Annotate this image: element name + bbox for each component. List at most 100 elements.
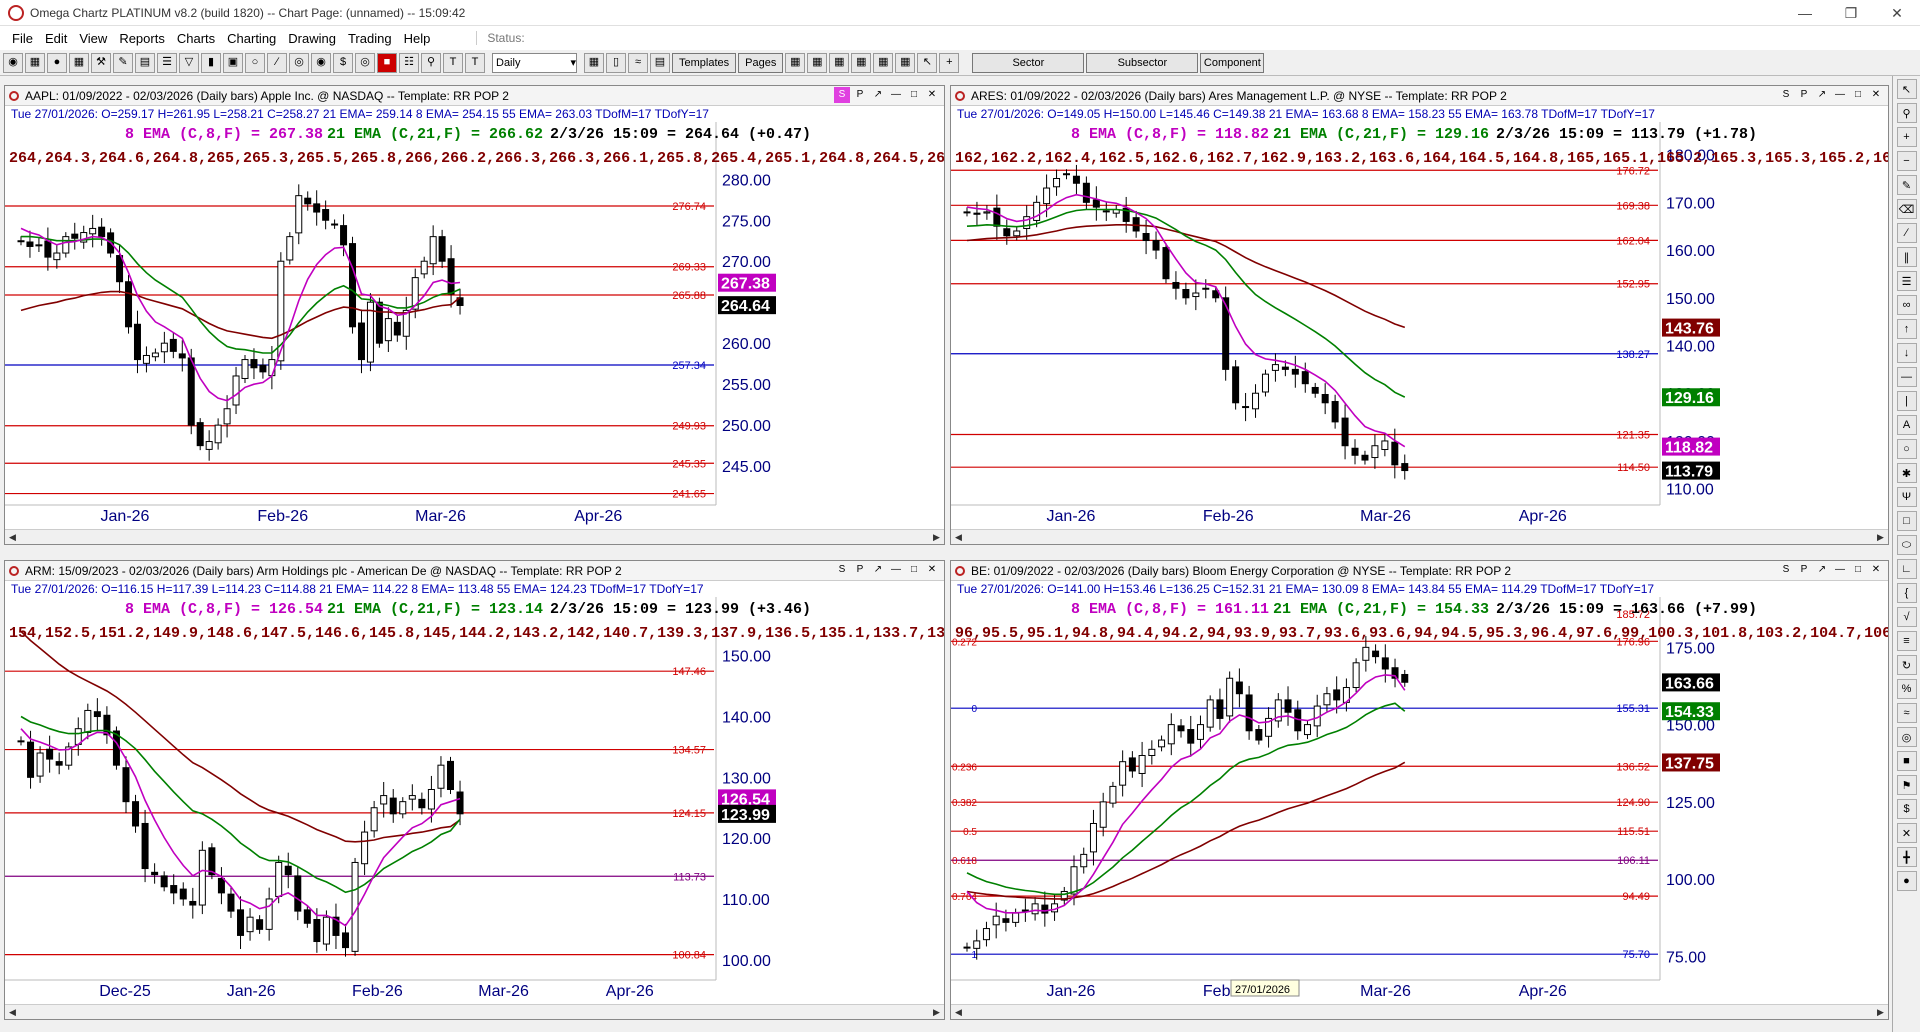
close-icon[interactable]: ✕ [1874, 0, 1920, 26]
chart-window-arm[interactable]: ARM: 15/09/2023 - 02/03/2026 (Daily bars… [4, 560, 945, 1020]
line-chart-icon[interactable]: ≈ [628, 52, 648, 73]
table-icon[interactable]: ▤ [135, 52, 155, 73]
globe-icon[interactable]: ◉ [3, 52, 23, 73]
horizontal-scrollbar[interactable]: ◀ ▶ [951, 1004, 1888, 1019]
percent-icon[interactable]: % [1896, 679, 1917, 699]
eraser-icon[interactable]: ⌫ [1896, 199, 1917, 219]
chart-icon[interactable]: ▦ [25, 52, 45, 73]
p-button[interactable]: P [852, 87, 868, 103]
restore-icon[interactable]: ❐ [1828, 0, 1874, 26]
scroll-right-icon[interactable]: ▶ [929, 1005, 944, 1019]
maximize-icon[interactable]: □ [1850, 562, 1866, 578]
subsector-button[interactable]: Subsector [1086, 52, 1199, 73]
flag-icon[interactable]: ⚑ [1896, 775, 1917, 795]
menu-reports[interactable]: Reports [113, 31, 171, 46]
pages-button[interactable]: Pages [738, 52, 784, 73]
minimize-icon[interactable]: — [888, 87, 904, 103]
dollar-icon[interactable]: $ [333, 52, 353, 73]
trendline-icon[interactable]: ∕ [1896, 223, 1917, 243]
arrow-up-icon[interactable]: ↑ [1896, 319, 1917, 339]
chat-icon[interactable]: ○ [245, 52, 265, 73]
layout-3-icon[interactable]: ▦ [829, 52, 850, 73]
close-icon[interactable]: ✕ [1868, 87, 1884, 103]
stop-icon[interactable]: ■ [377, 52, 397, 73]
zoom-icon[interactable]: ⚲ [421, 52, 441, 73]
layout-1-icon[interactable]: ▦ [785, 52, 806, 73]
chart-window-be[interactable]: BE: 01/09/2022 - 02/03/2026 (Daily bars)… [950, 560, 1889, 1020]
horizontal-scrollbar[interactable]: ◀ ▶ [5, 529, 944, 544]
menu-trading[interactable]: Trading [342, 31, 398, 46]
delete-icon[interactable]: ✕ [1896, 823, 1917, 843]
close-icon[interactable]: ✕ [924, 562, 940, 578]
circle-icon[interactable]: ○ [1896, 439, 1917, 459]
templates-button[interactable]: Templates [672, 52, 737, 73]
period-select[interactable]: Daily ▾ [492, 52, 577, 73]
magnifier-icon[interactable]: ⚲ [1896, 103, 1917, 123]
target-icon[interactable]: ◎ [1896, 727, 1917, 747]
menu-charts[interactable]: Charts [171, 31, 221, 46]
crosshair-icon[interactable]: ╋ [1896, 847, 1917, 867]
menu-drawing[interactable]: Drawing [282, 31, 342, 46]
fib-retracement-icon[interactable]: ☰ [1896, 271, 1917, 291]
crosshair-icon[interactable]: + [939, 52, 960, 73]
close-icon[interactable]: ✕ [1868, 562, 1884, 578]
bar-chart-icon[interactable]: ▦ [584, 52, 604, 73]
t-up-icon[interactable]: T [443, 52, 463, 73]
candle-chart-icon[interactable]: ▯ [606, 52, 626, 73]
chart-window-ares[interactable]: ARES: 01/09/2022 - 02/03/2026 (Daily bar… [950, 85, 1889, 545]
filter-icon[interactable]: ▽ [179, 52, 199, 73]
horizontal-scrollbar[interactable]: ◀ ▶ [951, 529, 1888, 544]
pointer-icon[interactable]: ↖ [917, 52, 938, 73]
arrow-down-icon[interactable]: ↓ [1896, 343, 1917, 363]
chart-area[interactable]: 147.46 134.57 124.15 113.73 100.84 150.00 140.… [5, 597, 944, 1002]
s-button[interactable]: S [1778, 87, 1794, 103]
stop-icon[interactable]: ■ [1896, 751, 1917, 771]
traffic-light-icon[interactable]: ● [47, 52, 67, 73]
s-button[interactable]: S [834, 87, 850, 103]
layout-4-icon[interactable]: ▦ [851, 52, 872, 73]
cycle-icon[interactable]: ↻ [1896, 655, 1917, 675]
zoom-in-icon[interactable]: + [1896, 127, 1917, 147]
maximize-icon[interactable]: □ [1850, 87, 1866, 103]
p-button[interactable]: P [1796, 562, 1812, 578]
horizontal-scrollbar[interactable]: ◀ ▶ [5, 1004, 944, 1019]
minimize-icon[interactable]: — [1782, 0, 1828, 26]
component-button[interactable]: Component [1200, 52, 1265, 73]
line-tool-icon[interactable]: ∕ [267, 52, 287, 73]
chart-settings-icon[interactable]: ↗ [870, 562, 886, 578]
gann-icon[interactable]: ✱ [1896, 463, 1917, 483]
scroll-left-icon[interactable]: ◀ [951, 1005, 966, 1019]
chart-area[interactable]: 176.72 169.38 162.04 152.95 138.27 121.35 114.… [951, 122, 1888, 527]
lock-icon[interactable]: ● [1896, 871, 1917, 891]
scroll-right-icon[interactable]: ▶ [1873, 1005, 1888, 1019]
scroll-right-icon[interactable]: ▶ [1873, 530, 1888, 544]
pointer-icon[interactable]: ↖ [1896, 79, 1917, 99]
p-button[interactable]: P [852, 562, 868, 578]
scroll-left-icon[interactable]: ◀ [951, 530, 966, 544]
grid-icon[interactable]: ▦ [69, 52, 89, 73]
target-icon[interactable]: ◎ [355, 52, 375, 73]
ruler-icon[interactable]: ≡ [1896, 631, 1917, 651]
scroll-left-icon[interactable]: ◀ [5, 1005, 20, 1019]
minimize-icon[interactable]: — [1832, 562, 1848, 578]
chart-settings-icon[interactable]: ↗ [870, 87, 886, 103]
s-button[interactable]: S [834, 562, 850, 578]
s-button[interactable]: S [1778, 562, 1794, 578]
horizontal-line-icon[interactable]: — [1896, 367, 1917, 387]
layout-2-icon[interactable]: ▦ [807, 52, 828, 73]
maximize-icon[interactable]: □ [906, 87, 922, 103]
vertical-line-icon[interactable]: | [1896, 391, 1917, 411]
layout-6-icon[interactable]: ▦ [895, 52, 916, 73]
wrench-icon[interactable]: ⚒ [91, 52, 111, 73]
price-label-icon[interactable]: $ [1896, 799, 1917, 819]
folder-icon[interactable]: ▮ [201, 52, 221, 73]
ellipse-icon[interactable]: ⬭ [1896, 535, 1917, 555]
pencil-icon[interactable]: ✎ [113, 52, 133, 73]
menu-edit[interactable]: Edit [39, 31, 73, 46]
list-icon[interactable]: ☰ [157, 52, 177, 73]
chart-window-aapl[interactable]: AAPL: 01/09/2022 - 02/03/2026 (Daily bar… [4, 85, 945, 545]
p-button[interactable]: P [1796, 87, 1812, 103]
minimize-icon[interactable]: — [888, 562, 904, 578]
pitchfork-icon[interactable]: Ψ [1896, 487, 1917, 507]
text-icon[interactable]: A [1896, 415, 1917, 435]
